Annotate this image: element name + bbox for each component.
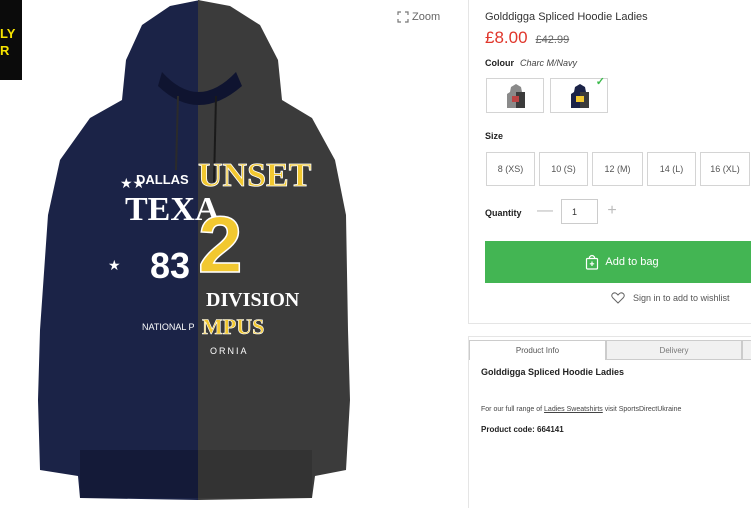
price-row: £8.00 £42.99 (485, 28, 569, 48)
zoom-button[interactable]: Zoom (397, 11, 440, 23)
current-price: £8.00 (485, 28, 528, 47)
print-2: 2 (198, 200, 243, 289)
quantity-increase-button[interactable]: + (606, 200, 618, 222)
print-83: 83 (150, 245, 190, 286)
colour-value: Charc M/Navy (520, 58, 578, 68)
hoodie-thumbnail-icon (507, 84, 525, 108)
quantity-input[interactable] (561, 199, 598, 224)
quantity-label: Quantity (485, 208, 522, 218)
hoodie-illustration: DALLAS TEXA 83 UNSET 2 DIVISION MPUS NAT… (38, 0, 350, 500)
heart-plus-icon (611, 292, 625, 304)
ladies-sweatshirts-link[interactable]: Ladies Sweatshirts (544, 406, 603, 413)
size-option[interactable]: 8 (XS) (486, 152, 535, 186)
wishlist-label: Sign in to add to wishlist (633, 293, 730, 303)
hem-left (80, 450, 198, 498)
size-option[interactable]: 14 (L) (647, 152, 696, 186)
was-price: £42.99 (535, 34, 570, 46)
quantity-decrease-button[interactable]: — (537, 200, 553, 222)
print-national: NATIONAL P (142, 322, 195, 332)
range-text: For our full range of Ladies Sweatshirts… (481, 406, 681, 413)
print-ornia: ORNIA (210, 346, 249, 356)
size-option[interactable]: 10 (S) (539, 152, 588, 186)
promo-badge-line1: LY (0, 26, 16, 41)
expand-icon (397, 11, 409, 23)
wishlist-link[interactable]: Sign in to add to wishlist (611, 292, 730, 304)
promo-badge: LY R (0, 0, 22, 80)
range-suffix: visit SportsDirectUkraine (602, 406, 682, 413)
tab-product-info[interactable]: Product Info (469, 340, 606, 360)
size-label: Size (485, 131, 504, 141)
info-product-title: Golddigga Spliced Hoodie Ladies (481, 367, 625, 377)
size-option[interactable]: 12 (M) (592, 152, 643, 186)
tab-more[interactable] (742, 340, 751, 360)
purchase-panel: Golddigga Spliced Hoodie Ladies £8.00 £4… (468, 0, 751, 324)
product-title: Golddigga Spliced Hoodie Ladies (485, 11, 648, 23)
print-stars-low: ★ (108, 257, 121, 273)
size-option[interactable]: 16 (XL) (700, 152, 750, 186)
bag-icon (586, 254, 599, 270)
print-sunset: UNSET (198, 157, 312, 194)
add-to-bag-button[interactable]: Add to bag (485, 241, 751, 283)
colour-label: Colour (485, 58, 514, 68)
colour-row: Colour Charc M/Navy (485, 58, 577, 68)
print-stars: ★★ (120, 175, 145, 191)
range-prefix: For our full range of (481, 406, 545, 413)
colour-swatch-navy-selected[interactable]: ✓ (550, 76, 608, 113)
hem-right (198, 450, 312, 498)
product-image[interactable]: DALLAS TEXA 83 UNSET 2 DIVISION MPUS NAT… (30, 0, 370, 508)
zoom-label: Zoom (412, 11, 441, 23)
product-info-panel: Product Info Delivery Golddigga Spliced … (468, 336, 751, 508)
hoodie-thumbnail-icon (571, 84, 589, 108)
promo-badge-line2: R (0, 43, 10, 58)
print-division: DIVISION (206, 289, 300, 311)
print-campus: MPUS (202, 314, 264, 339)
product-code: Product code: 664141 (481, 425, 564, 434)
colour-swatch-grey[interactable] (486, 78, 544, 113)
tab-delivery[interactable]: Delivery (606, 340, 742, 360)
add-to-bag-label: Add to bag (605, 256, 659, 268)
selected-check-icon: ✓ (595, 76, 605, 88)
